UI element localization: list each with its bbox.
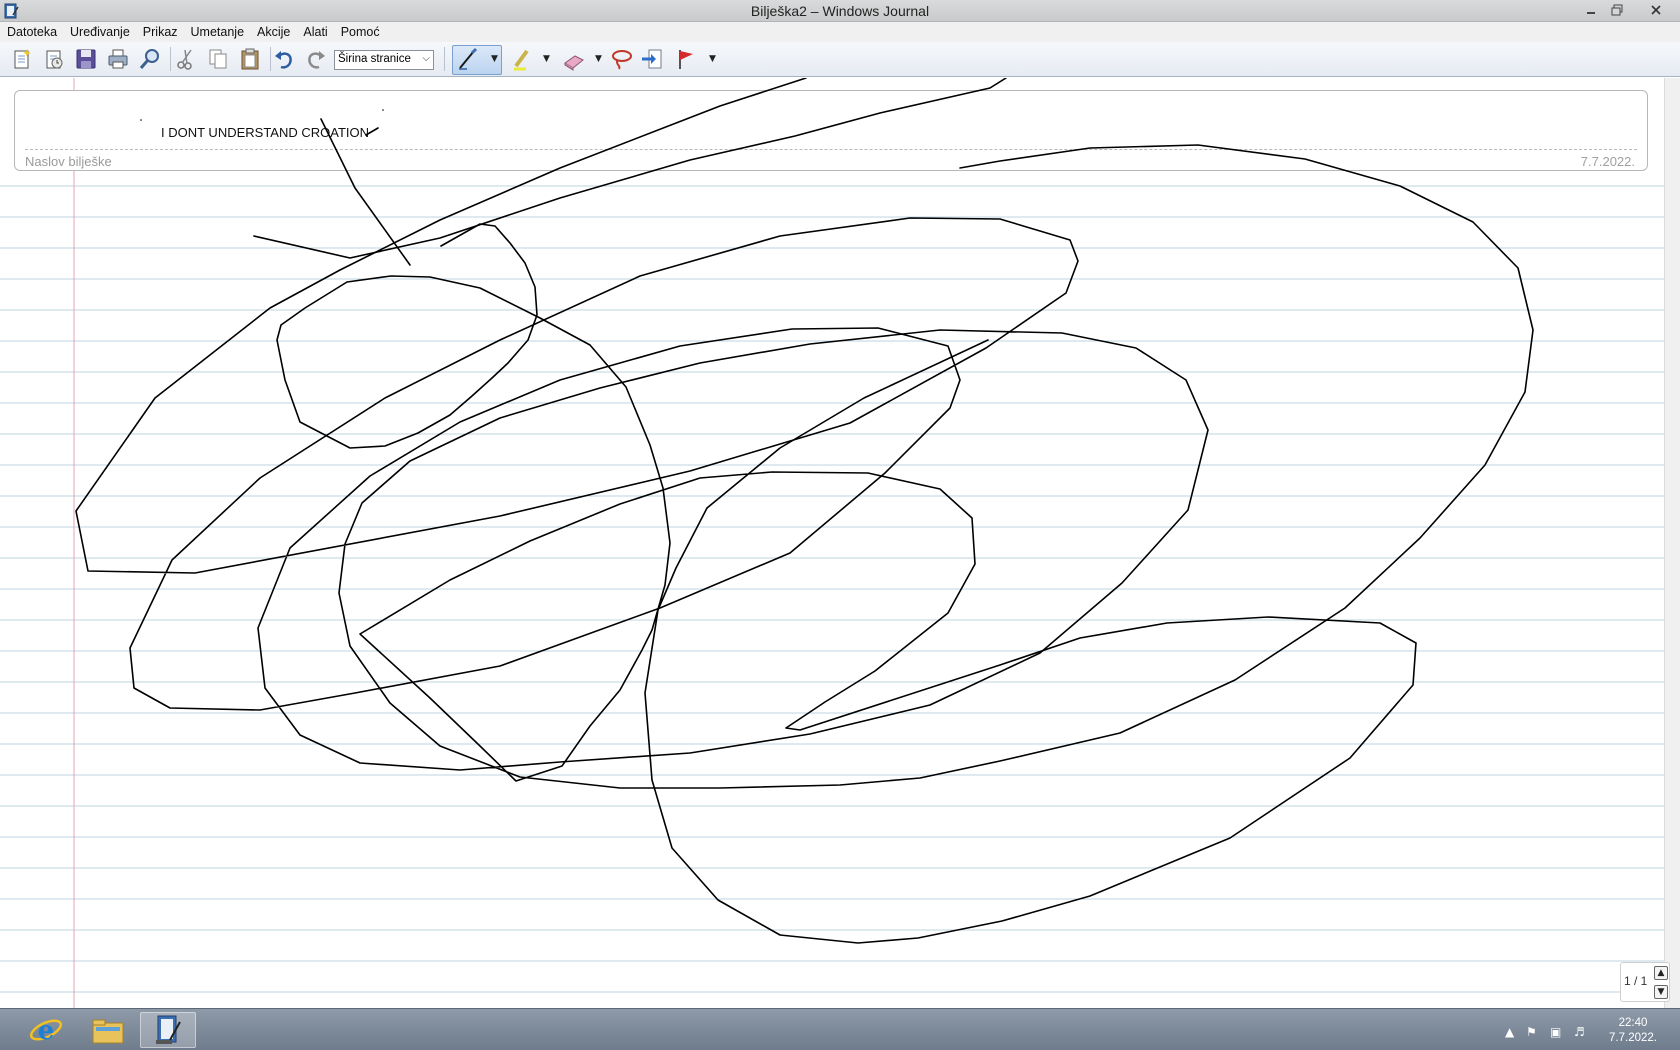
- page-navigator: 1 / 1 ▲ ▼: [1620, 962, 1670, 1002]
- clock-date: 7.7.2022.: [1609, 1032, 1657, 1044]
- file-explorer-icon[interactable]: [80, 1012, 136, 1048]
- next-page-button[interactable]: ▼: [1654, 985, 1668, 999]
- restore-button[interactable]: [1604, 1, 1630, 19]
- note-title-placeholder[interactable]: Naslov bilješke: [25, 154, 112, 169]
- windows-journal-window: Bilješka2 – Windows Journal Datoteka Ure…: [0, 0, 1680, 1050]
- open-icon[interactable]: [42, 47, 66, 71]
- paste-icon[interactable]: [238, 47, 262, 71]
- note-date: 7.7.2022.: [1580, 154, 1635, 169]
- clock-time: 22:40: [1618, 1017, 1648, 1029]
- menu-umetanje[interactable]: Umetanje: [191, 25, 245, 39]
- title-divider: [25, 149, 1637, 150]
- insert-space-icon[interactable]: [640, 47, 664, 71]
- highlighter-dropdown-icon[interactable]: ▼: [543, 54, 550, 64]
- pen-icon[interactable]: [456, 47, 480, 71]
- print-icon[interactable]: [106, 47, 130, 71]
- taskbar: e ▲ ⚑ ▣ ♬ 22:40 7.7.2022.: [0, 1008, 1680, 1050]
- pen-dropdown-icon[interactable]: ▼: [491, 54, 498, 64]
- handwritten-text: I DONT UNDERSTAND CROATION: [161, 125, 370, 140]
- chevron-down-icon: ⌵: [422, 53, 430, 64]
- copy-icon[interactable]: [206, 47, 230, 71]
- menu-akcije[interactable]: Akcije: [257, 25, 290, 39]
- zoom-select[interactable]: Širina stranice ⌵: [334, 50, 434, 70]
- menu-alati[interactable]: Alati: [303, 25, 327, 39]
- flag-dropdown-icon[interactable]: ▼: [709, 54, 716, 64]
- menu-prikaz[interactable]: Prikaz: [143, 25, 178, 39]
- action-center-flag-icon[interactable]: ⚑: [1526, 1025, 1537, 1039]
- vertical-scrollbar[interactable]: [1664, 78, 1680, 1008]
- eraser-dropdown-icon[interactable]: ▼: [595, 54, 602, 64]
- zoom-value: Širina stranice: [338, 53, 411, 65]
- save-icon[interactable]: [74, 47, 98, 71]
- page-indicator: 1 / 1: [1624, 974, 1648, 988]
- menu-uredivanje[interactable]: Uređivanje: [70, 25, 130, 39]
- window-title: Bilješka2 – Windows Journal: [750, 3, 930, 19]
- flag-icon[interactable]: [674, 47, 698, 71]
- network-icon[interactable]: ▣: [1550, 1025, 1561, 1039]
- ruled-lines: [0, 78, 1664, 1008]
- eraser-icon[interactable]: [562, 47, 586, 71]
- note-title-box[interactable]: I DONT UNDERSTAND CROATION Naslov bilješ…: [14, 90, 1648, 171]
- menu-pomoc[interactable]: Pomoć: [341, 25, 380, 39]
- menu-bar: Datoteka Uređivanje Prikaz Umetanje Akci…: [0, 22, 1680, 42]
- note-page[interactable]: I DONT UNDERSTAND CROATION Naslov bilješ…: [0, 78, 1664, 1008]
- taskbar-clock[interactable]: 22:40 7.7.2022.: [1598, 1016, 1668, 1046]
- volume-muted-icon[interactable]: ♬: [1574, 1025, 1585, 1039]
- undo-icon[interactable]: [272, 47, 296, 71]
- minimize-button[interactable]: [1578, 1, 1604, 19]
- highlighter-icon[interactable]: [510, 47, 534, 71]
- toolbar-separator: [170, 47, 171, 71]
- title-bar: Bilješka2 – Windows Journal: [0, 0, 1680, 22]
- close-button[interactable]: [1640, 1, 1672, 19]
- toolbar: Širina stranice ⌵ ▼ ▼ ▼ ▼: [0, 42, 1680, 77]
- new-note-icon[interactable]: [10, 47, 34, 71]
- redo-icon[interactable]: [304, 47, 328, 71]
- cut-icon[interactable]: [174, 47, 198, 71]
- find-icon[interactable]: [138, 47, 162, 71]
- svg-text:e: e: [38, 1016, 55, 1046]
- toolbar-separator: [270, 47, 271, 71]
- previous-page-button[interactable]: ▲: [1654, 966, 1668, 980]
- windows-journal-icon[interactable]: [140, 1012, 196, 1048]
- lasso-select-icon[interactable]: [610, 47, 634, 71]
- show-hidden-icons-icon[interactable]: ▲: [1505, 1025, 1514, 1039]
- menu-datoteka[interactable]: Datoteka: [7, 25, 57, 39]
- internet-explorer-icon[interactable]: e: [18, 1012, 74, 1048]
- toolbar-separator: [444, 47, 445, 71]
